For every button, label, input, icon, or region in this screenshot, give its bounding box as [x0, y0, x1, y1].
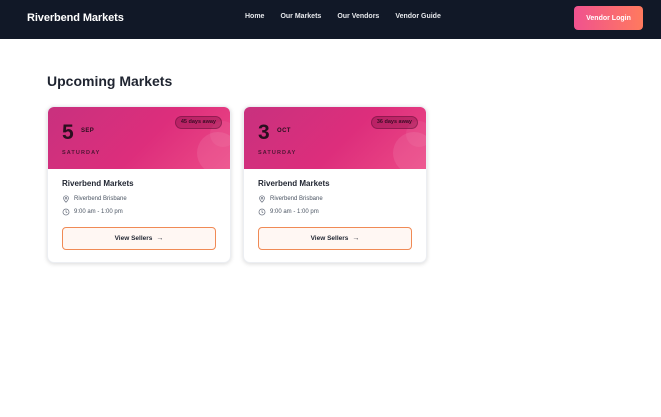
location-text: Riverbend Brisbane [74, 196, 127, 202]
market-weekday: SATURDAY [258, 150, 297, 156]
nav-link-home[interactable]: Home [245, 13, 264, 20]
market-month: SEP [81, 128, 95, 134]
view-sellers-button[interactable]: View Sellers → [258, 227, 412, 250]
market-weekday: SATURDAY [62, 150, 101, 156]
page-title: Upcoming Markets [47, 73, 173, 89]
market-location: Riverbend Brisbane [62, 195, 216, 203]
main-nav: Home Our Markets Our Vendors Vendor Guid… [245, 13, 441, 20]
brand-logo[interactable]: Riverbend Markets [27, 12, 124, 24]
top-navbar: Riverbend Markets Home Our Markets Our V… [0, 0, 661, 39]
location-pin-icon [259, 195, 265, 203]
market-time: 9:00 am - 1:00 pm [258, 208, 412, 216]
market-time: 9:00 am - 1:00 pm [62, 208, 216, 216]
nav-link-our-markets[interactable]: Our Markets [280, 13, 321, 20]
arrow-right-icon: → [156, 235, 164, 242]
market-card-header: 3 OCT SATURDAY 36 days away [244, 107, 426, 169]
time-text: 9:00 am - 1:00 pm [270, 209, 319, 215]
clock-icon [62, 208, 70, 216]
view-sellers-button[interactable]: View Sellers → [62, 227, 216, 250]
market-card-body: Riverbend Markets Riverbend Brisbane 9:0… [244, 169, 426, 216]
view-sellers-label: View Sellers [310, 235, 349, 242]
view-sellers-label: View Sellers [114, 235, 153, 242]
market-name: Riverbend Markets [258, 179, 330, 188]
days-away-badge: 45 days away [174, 116, 222, 129]
market-day: 5 [62, 121, 74, 144]
nav-link-vendor-guide[interactable]: Vendor Guide [395, 13, 441, 20]
time-text: 9:00 am - 1:00 pm [74, 209, 123, 215]
market-card: 5 SEP SATURDAY 45 days away Riverbend Ma… [47, 106, 231, 263]
market-card-header: 5 SEP SATURDAY 45 days away [48, 107, 230, 169]
arrow-right-icon: → [352, 235, 360, 242]
market-card-body: Riverbend Markets Riverbend Brisbane 9:0… [48, 169, 230, 216]
clock-icon [258, 208, 266, 216]
market-name: Riverbend Markets [62, 179, 134, 188]
vendor-login-button[interactable]: Vendor Login [574, 6, 643, 30]
nav-link-our-vendors[interactable]: Our Vendors [337, 13, 379, 20]
market-day: 3 [258, 121, 270, 144]
location-pin-icon [63, 195, 69, 203]
days-away-badge: 36 days away [370, 116, 418, 129]
market-month: OCT [277, 128, 291, 134]
market-card: 3 OCT SATURDAY 36 days away Riverbend Ma… [243, 106, 427, 263]
market-location: Riverbend Brisbane [258, 195, 412, 203]
location-text: Riverbend Brisbane [270, 196, 323, 202]
